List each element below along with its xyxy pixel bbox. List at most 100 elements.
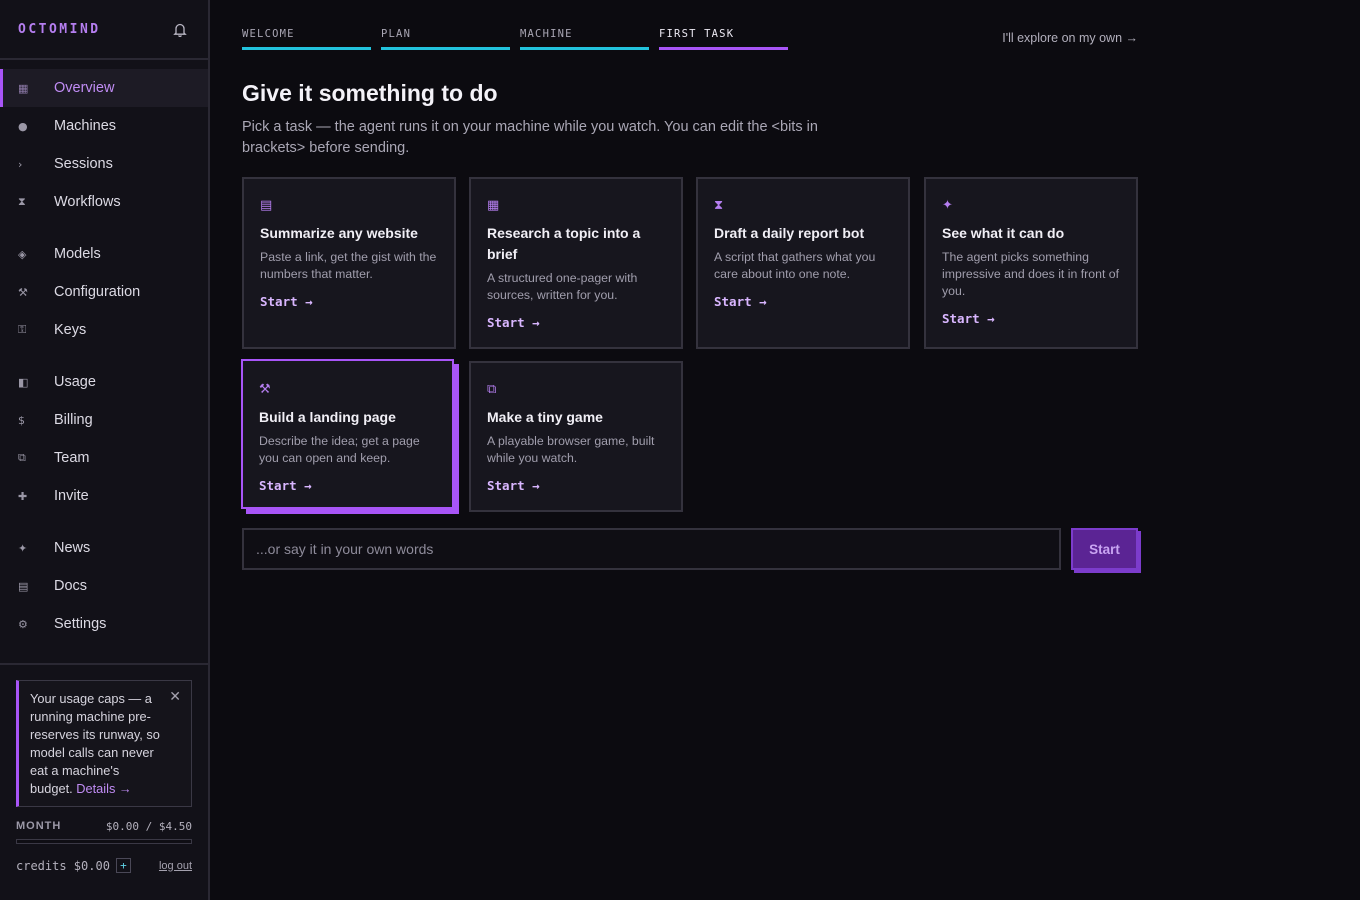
- task-card-start[interactable]: Start →: [942, 311, 1120, 326]
- task-card-desc: A playable browser game, built while you…: [487, 434, 655, 465]
- start-button[interactable]: Start: [1071, 528, 1138, 570]
- sidebar-item-label: Team: [54, 450, 90, 466]
- close-icon[interactable]: ✕: [169, 689, 181, 703]
- logout-link[interactable]: log out: [159, 860, 192, 872]
- invite-icon: ✚: [18, 489, 28, 503]
- brand-logo[interactable]: OCTOMIND: [18, 22, 101, 37]
- month-usage-value: $0.00 / $4.50: [105, 820, 192, 833]
- tools-icon: ⚒: [259, 381, 271, 396]
- task-card-desc: A script that gathers what you care abou…: [714, 250, 876, 281]
- onboarding-steps: WELCOME PLAN MACHINE FIRST TASK: [242, 26, 788, 50]
- credits-balance: credits $0.00: [16, 858, 110, 873]
- add-credits-button[interactable]: +: [115, 858, 131, 873]
- task-card-start[interactable]: Start →: [487, 478, 665, 493]
- grid-icon: ▦: [487, 197, 500, 212]
- sidebar-item-models[interactable]: ◈ Models: [0, 235, 208, 273]
- sidebar-item-workflows[interactable]: ⧗ Workflows: [0, 183, 208, 221]
- sidebar-item-label: Configuration: [54, 284, 141, 300]
- task-card-start[interactable]: Start →: [259, 478, 436, 493]
- month-label: MONTH: [16, 820, 62, 832]
- billing-icon: $: [18, 413, 25, 427]
- task-card-start[interactable]: Start →: [714, 294, 892, 309]
- task-card-desc: A structured one-pager with sources, wri…: [487, 271, 638, 302]
- nav-gap: [0, 221, 208, 235]
- usage-icon: ◧: [18, 375, 29, 389]
- task-card-report-bot[interactable]: ⧗ Draft a daily report bot A script that…: [696, 177, 910, 349]
- sidebar-item-label: Models: [54, 246, 101, 262]
- game-icon: ⧉: [487, 381, 497, 396]
- task-card-summarize[interactable]: ▤ Summarize any website Paste a link, ge…: [242, 177, 456, 349]
- docs-icon: ▤: [18, 579, 29, 593]
- keys-icon: ⚿: [18, 323, 27, 336]
- task-card-title: Build a landing page: [259, 409, 396, 425]
- sidebar-item-label: Sessions: [54, 156, 113, 172]
- sidebar-item-label: News: [54, 540, 91, 556]
- configuration-icon: ⚒: [18, 285, 28, 299]
- workflows-icon: ⧗: [18, 195, 26, 208]
- nav-gap: [0, 349, 208, 363]
- sidebar: OCTOMIND ▦ Overview ● Machines › Session…: [0, 0, 210, 900]
- sidebar-item-label: Invite: [54, 488, 89, 504]
- task-card-desc: Describe the idea; get a page you can op…: [259, 434, 420, 465]
- settings-icon: ⚙: [18, 617, 28, 631]
- sidebar-item-overview[interactable]: ▦ Overview: [0, 69, 208, 107]
- task-card-desc: Paste a link, get the gist with the numb…: [260, 250, 437, 281]
- task-card-see-what[interactable]: ✦ See what it can do The agent picks som…: [924, 177, 1138, 349]
- task-card-title: Research a topic into a brief: [487, 225, 641, 262]
- notice-details-link[interactable]: Details →: [76, 781, 131, 796]
- task-card-start[interactable]: Start →: [487, 315, 665, 330]
- step-machine[interactable]: MACHINE: [520, 26, 649, 50]
- sidebar-item-usage[interactable]: ◧ Usage: [0, 363, 208, 401]
- explore-own-link[interactable]: I'll explore on my own →: [1002, 31, 1138, 45]
- news-icon: ✦: [18, 541, 28, 555]
- sidebar-item-label: Machines: [54, 118, 117, 134]
- sidebar-item-label: Docs: [54, 578, 88, 594]
- sidebar-item-settings[interactable]: ⚙ Settings: [0, 605, 208, 643]
- sidebar-item-machines[interactable]: ● Machines: [0, 107, 208, 145]
- custom-task-input[interactable]: [242, 528, 1061, 570]
- task-card-title: Draft a daily report bot: [714, 225, 865, 241]
- sidebar-item-label: Workflows: [54, 194, 121, 210]
- sidebar-item-invite[interactable]: ✚ Invite: [0, 477, 208, 515]
- sidebar-item-news[interactable]: ✦ News: [0, 529, 208, 567]
- task-card-title: See what it can do: [942, 225, 1065, 241]
- task-card-tiny-game[interactable]: ⧉ Make a tiny game A playable browser ga…: [469, 361, 683, 512]
- sparkle-icon: ✦: [942, 197, 953, 212]
- sidebar-item-keys[interactable]: ⚿ Keys: [0, 311, 208, 349]
- task-card-research[interactable]: ▦ Research a topic into a brief A struct…: [469, 177, 683, 349]
- task-card-landing-page[interactable]: ⚒ Build a landing page Describe the idea…: [241, 359, 454, 509]
- page-lead: Pick a task — the agent runs it on your …: [242, 119, 818, 156]
- models-icon: ◈: [18, 247, 27, 261]
- bell-icon[interactable]: [172, 21, 188, 37]
- hourglass-icon: ⧗: [714, 197, 724, 212]
- sidebar-item-configuration[interactable]: ⚒ Configuration: [0, 273, 208, 311]
- sidebar-item-label: Settings: [54, 616, 107, 632]
- usage-caps-notice: ✕ Your usage caps — a running machine pr…: [16, 680, 192, 807]
- sidebar-item-label: Overview: [54, 80, 115, 96]
- month-usage-row: MONTH $0.00 / $4.50: [16, 820, 192, 833]
- step-welcome[interactable]: WELCOME: [242, 26, 371, 50]
- credits-row: credits $0.00 + log out: [16, 858, 192, 873]
- sidebar-item-sessions[interactable]: › Sessions: [0, 145, 208, 183]
- step-first-task[interactable]: FIRST TASK: [659, 26, 788, 50]
- team-icon: ⧉: [18, 451, 26, 464]
- page-title: Give it something to do: [242, 80, 498, 106]
- sidebar-item-billing[interactable]: $ Billing: [0, 401, 208, 439]
- task-card-start[interactable]: Start →: [260, 294, 438, 309]
- task-card-title: Summarize any website: [260, 225, 418, 241]
- sidebar-item-label: Billing: [54, 412, 93, 428]
- nav-gap: [0, 515, 208, 529]
- step-plan[interactable]: PLAN: [381, 26, 510, 50]
- usage-meter: [16, 839, 192, 844]
- machines-icon: ●: [18, 119, 28, 133]
- sidebar-nav: ▦ Overview ● Machines › Sessions ⧗ Workf…: [0, 60, 208, 643]
- overview-icon: ▦: [18, 81, 29, 95]
- task-card-title: Make a tiny game: [487, 409, 603, 425]
- sidebar-item-docs[interactable]: ▤ Docs: [0, 567, 208, 605]
- sidebar-item-label: Keys: [54, 322, 87, 338]
- sidebar-item-team[interactable]: ⧉ Team: [0, 439, 208, 477]
- task-card-desc: The agent picks something impressive and…: [942, 250, 1120, 298]
- sidebar-item-label: Usage: [54, 374, 96, 390]
- sessions-icon: ›: [18, 157, 23, 171]
- document-icon: ▤: [260, 197, 273, 212]
